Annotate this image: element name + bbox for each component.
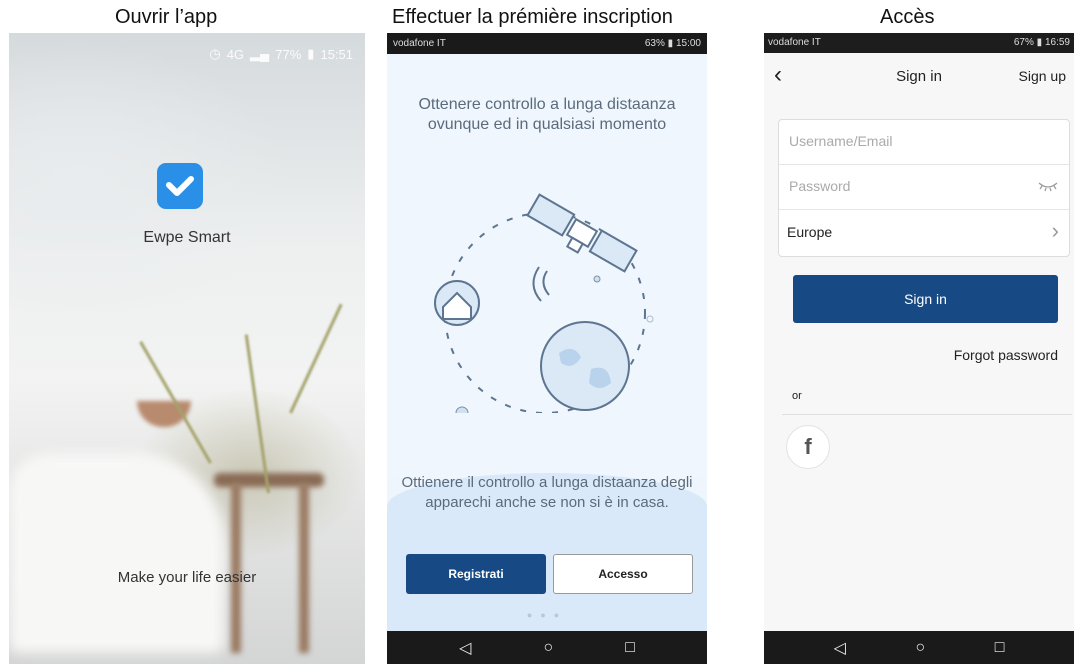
battery-label: 63% xyxy=(644,38,665,49)
battery-icon: ▮ xyxy=(667,38,674,49)
forgot-password-link[interactable]: Forgot password xyxy=(954,347,1058,363)
bathtub-blur xyxy=(9,453,224,653)
app-name: Ewpe Smart xyxy=(143,229,231,246)
battery-label: 67% xyxy=(1013,37,1034,48)
clock: 16:59 xyxy=(1044,37,1070,48)
status-bar: vodafone IT 63% ▮ 15:00 xyxy=(387,33,707,54)
onboarding-description: Ottienere il controllo a lunga distaanza… xyxy=(401,474,693,511)
clock: 15:51 xyxy=(320,46,353,62)
back-nav-icon[interactable]: ◁ xyxy=(459,638,471,658)
android-nav-bar: ◁ ○ □ xyxy=(764,631,1074,664)
access-button[interactable]: Accesso xyxy=(553,554,693,594)
facebook-icon[interactable]: f xyxy=(786,425,830,469)
caption-access: Accès xyxy=(880,6,935,28)
caption-first-signup: Effectuer la prémière inscription xyxy=(392,6,673,28)
recents-nav-icon[interactable]: □ xyxy=(995,639,1005,657)
signup-link[interactable]: Sign up xyxy=(1019,68,1066,84)
battery-label: 77% xyxy=(275,46,302,62)
network-label: 4G xyxy=(226,46,245,62)
battery-icon: ▮ xyxy=(1036,37,1043,48)
signal-icon: ▂▄ xyxy=(250,46,270,61)
caption-open-app: Ouvrir l’app xyxy=(115,6,218,28)
slogan: Make your life easier xyxy=(117,569,257,586)
recents-nav-icon[interactable]: □ xyxy=(625,639,635,657)
status-right: 63% ▮ 15:00 xyxy=(645,38,701,49)
alarm-icon: ◷ xyxy=(209,46,221,61)
divider xyxy=(782,414,1072,415)
home-nav-icon[interactable]: ○ xyxy=(543,639,553,657)
carrier-label: vodafone IT xyxy=(393,38,446,49)
password-row xyxy=(779,165,1069,210)
signin-button[interactable]: Sign in xyxy=(793,275,1058,323)
back-nav-icon[interactable]: ◁ xyxy=(834,638,846,658)
clock: 15:00 xyxy=(675,38,701,49)
register-button[interactable]: Registrati xyxy=(406,554,546,594)
satellite-illustration xyxy=(434,193,654,413)
splash-screen: ◷ 4G ▂▄ 77% ▮ 15:51 Ewpe Smart Make your… xyxy=(9,33,365,664)
username-row xyxy=(779,120,1069,165)
or-separator: or xyxy=(792,390,802,402)
android-nav-bar: ◁ ○ □ xyxy=(387,631,707,664)
status-right: 67% ▮ 16:59 xyxy=(1014,37,1070,48)
onboarding-screen: vodafone IT 63% ▮ 15:00 Ottenere control… xyxy=(387,33,707,664)
region-value: Europe xyxy=(787,224,833,240)
title-bar: ‹ Sign in Sign up xyxy=(764,53,1074,103)
stool-leg xyxy=(231,483,241,653)
login-form: Europe › xyxy=(778,119,1070,257)
eye-closed-icon[interactable] xyxy=(1037,180,1059,192)
signin-screen: vodafone IT 67% ▮ 16:59 ‹ Sign in Sign u… xyxy=(764,33,1074,664)
page-indicator: ●●● xyxy=(526,610,568,620)
status-bar: vodafone IT 67% ▮ 16:59 xyxy=(764,33,1074,53)
username-input[interactable] xyxy=(787,132,1021,150)
stool-leg xyxy=(299,483,309,653)
onboarding-headline: Ottenere controllo a lunga distaanza ovu… xyxy=(418,96,676,133)
region-row[interactable]: Europe › xyxy=(779,210,1069,255)
home-nav-icon[interactable]: ○ xyxy=(915,639,925,657)
chevron-right-icon: › xyxy=(1051,218,1059,243)
status-bar: ◷ 4G ▂▄ 77% ▮ 15:51 xyxy=(209,46,353,62)
carrier-label: vodafone IT xyxy=(768,37,821,48)
password-input[interactable] xyxy=(787,177,1021,195)
ewpe-logo-icon xyxy=(157,163,203,209)
battery-icon: ▮ xyxy=(307,46,315,61)
